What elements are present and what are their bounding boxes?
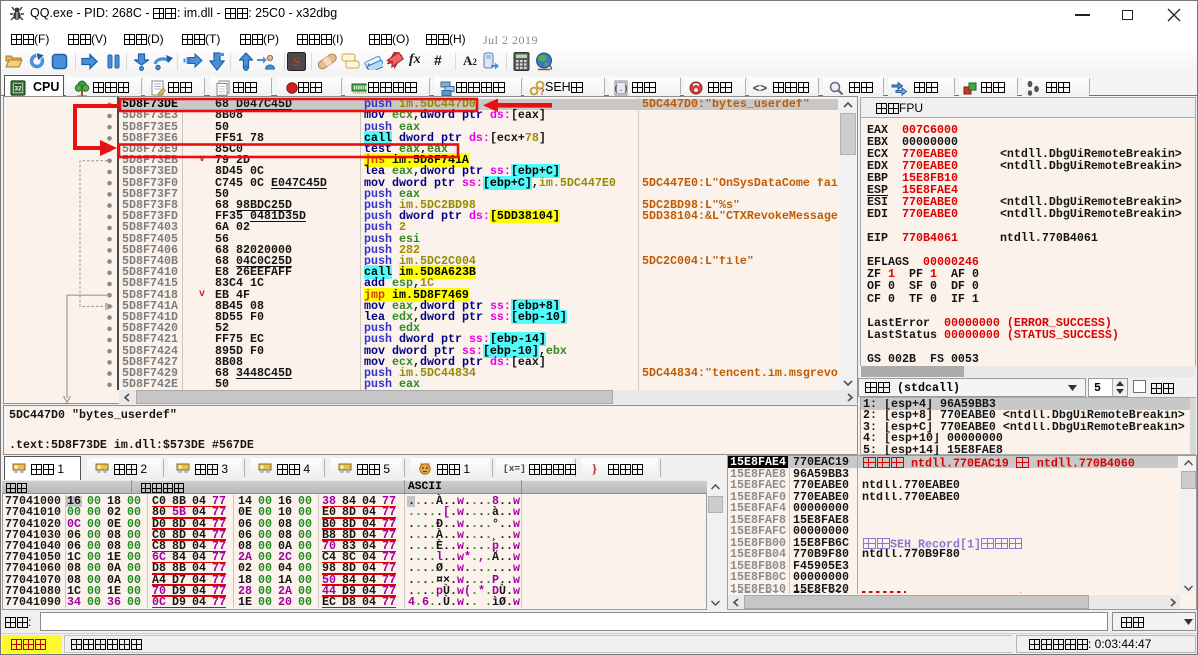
- svg-text:[x=]: [x=]: [503, 463, 526, 474]
- svg-text:}: }: [592, 461, 597, 475]
